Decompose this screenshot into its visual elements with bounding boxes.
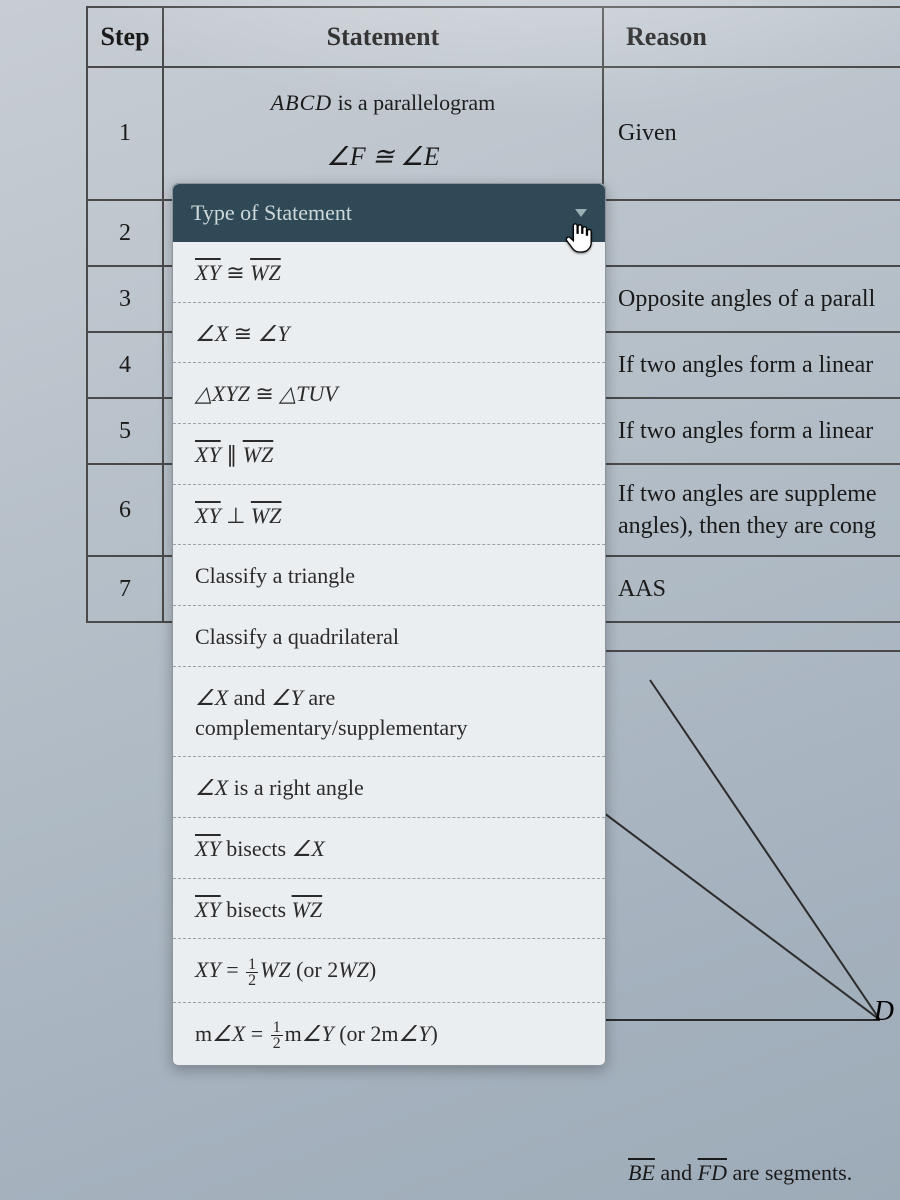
reason-cell: If two angles form a linear	[603, 398, 900, 464]
reason-cell: Given	[603, 67, 900, 200]
step-number: 4	[87, 332, 163, 398]
chevron-down-icon	[575, 209, 587, 217]
dropdown-option[interactable]: ∠X ≅ ∠Y	[173, 303, 605, 364]
dropdown-option[interactable]: XY ⊥ WZ	[173, 485, 605, 546]
reason-cell: AAS	[603, 556, 900, 622]
reason-cell: If two angles are suppleme angles), then…	[603, 464, 900, 556]
dropdown-option[interactable]: XY ≅ WZ	[173, 242, 605, 303]
step-number: 2	[87, 200, 163, 266]
reason-cell	[603, 200, 900, 266]
dropdown-option[interactable]: Classify a quadrilateral	[173, 606, 605, 667]
header-reason: Reason	[603, 7, 900, 67]
dropdown-option[interactable]: m∠X = 12m∠Y (or 2m∠Y)	[173, 1003, 605, 1066]
header-statement: Statement	[163, 7, 603, 67]
dropdown-placeholder: Type of Statement	[191, 200, 352, 225]
dropdown-option[interactable]: ∠X and ∠Y are complementary/supplementar…	[173, 667, 605, 757]
dropdown-option[interactable]: XY bisects WZ	[173, 879, 605, 940]
step-number: 6	[87, 464, 163, 556]
step-number: 7	[87, 556, 163, 622]
header-step: Step	[87, 7, 163, 67]
hand-cursor-icon	[564, 220, 594, 254]
dropdown-list: XY ≅ WZ ∠X ≅ ∠Y △XYZ ≅ △TUV XY ∥ WZ XY ⊥…	[173, 242, 605, 1065]
dropdown-option[interactable]: XY bisects ∠X	[173, 818, 605, 879]
statement-type-dropdown[interactable]: Type of Statement XY ≅ WZ ∠X ≅ ∠Y △XYZ ≅…	[172, 183, 606, 1066]
statement-cell: ABCD is a parallelogram ∠F ≅ ∠E	[163, 67, 603, 200]
reason-cell: Opposite angles of a parall	[603, 266, 900, 332]
step-number: 5	[87, 398, 163, 464]
stmt-text: ∠F ≅ ∠E	[174, 132, 592, 181]
step-number: 3	[87, 266, 163, 332]
segments-note: BE and FD are segments.	[628, 1160, 852, 1186]
vertex-label-d: D	[874, 996, 894, 1028]
dropdown-option[interactable]: Classify a triangle	[173, 545, 605, 606]
step-number: 1	[87, 67, 163, 200]
reason-cell: If two angles form a linear	[603, 332, 900, 398]
stmt-text: ABCD	[271, 90, 332, 115]
dropdown-option[interactable]: XY = 12WZ (or 2WZ)	[173, 939, 605, 1003]
dropdown-option[interactable]: △XYZ ≅ △TUV	[173, 363, 605, 424]
dropdown-option[interactable]: XY ∥ WZ	[173, 424, 605, 485]
dropdown-option[interactable]: ∠X is a right angle	[173, 757, 605, 818]
dropdown-header[interactable]: Type of Statement	[173, 184, 605, 242]
